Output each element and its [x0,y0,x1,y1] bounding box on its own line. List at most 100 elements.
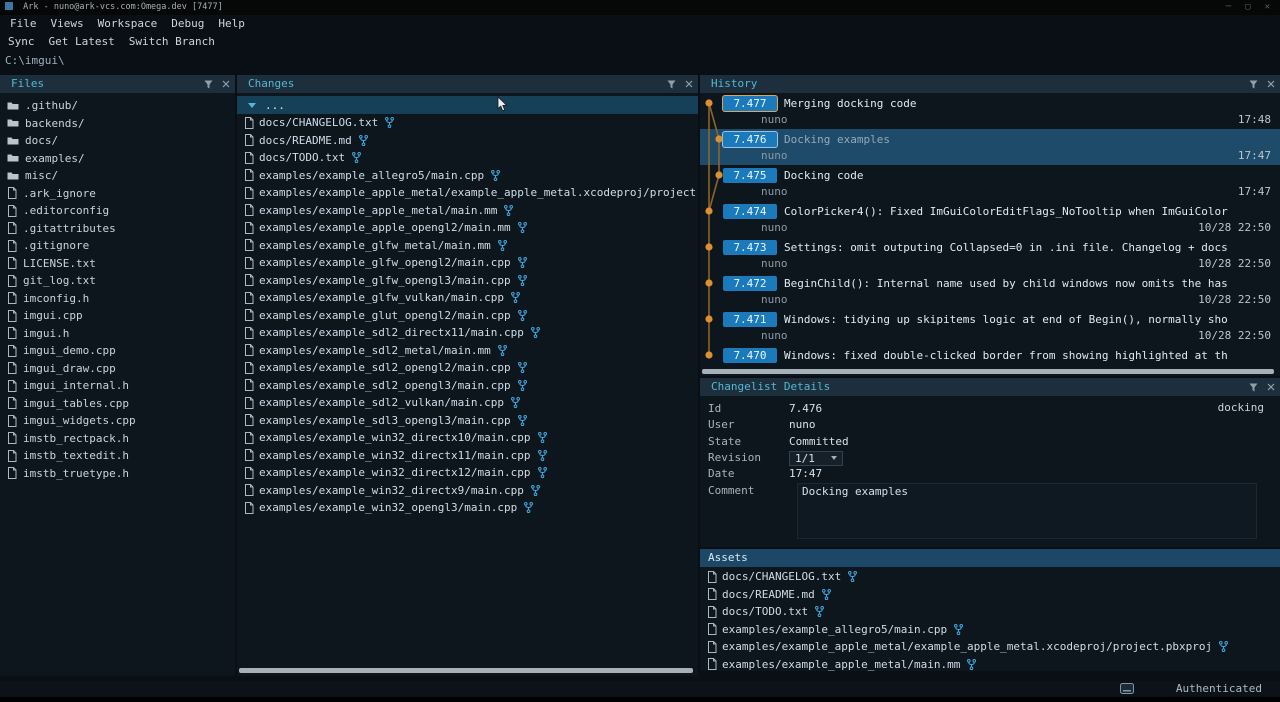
close-panel-icon[interactable] [685,80,693,88]
changed-file-row[interactable]: examples/example_sdl2_metal/main.mm [237,342,698,360]
changed-file-row[interactable]: examples/example_sdl2_vulkan/main.cpp [237,394,698,412]
changed-file-row[interactable]: examples/example_allegro5/main.cpp [237,167,698,185]
changed-file-row[interactable]: examples/example_win32_opengl3/main.cpp [237,499,698,517]
changeset-row[interactable]: 7.470Windows: fixed double-clicked borde… [700,345,1280,369]
revision-dropdown[interactable]: 1/1 [789,451,843,466]
file-icon [244,309,254,321]
close-panel-icon[interactable] [1267,383,1275,391]
changed-file-row[interactable]: examples/example_win32_directx11/main.cp… [237,447,698,465]
changed-file-row[interactable]: examples/example_sdl2_opengl2/main.cpp [237,359,698,377]
file-tree-item[interactable]: imstb_textedit.h [0,447,235,465]
menu-file[interactable]: File [10,17,37,30]
file-tree-item[interactable]: imgui_widgets.cpp [0,412,235,430]
file-tree-item[interactable]: imgui.h [0,325,235,343]
close-panel-icon[interactable] [222,80,230,88]
changed-file-row[interactable]: examples/example_sdl2_directx11/main.cpp [237,324,698,342]
changed-file-row[interactable]: examples/example_glfw_opengl2/main.cpp [237,254,698,272]
asset-row[interactable]: docs/TODO.txt [700,603,1280,621]
asset-row[interactable]: docs/CHANGELOG.txt [700,568,1280,586]
close-panel-icon[interactable] [1267,80,1275,88]
file-tree-item[interactable]: .ark_ignore [0,185,235,203]
asset-row[interactable]: examples/example_apple_metal/main.mm [700,656,1280,672]
file-tree-item[interactable]: imgui_internal.h [0,377,235,395]
file-tree-item[interactable]: .github/ [0,97,235,115]
filter-icon[interactable] [1249,80,1258,89]
asset-row[interactable]: examples/example_apple_metal/example_app… [700,638,1280,656]
changed-file-row[interactable]: examples/example_sdl3_opengl3/main.cpp [237,412,698,430]
maximize-icon[interactable]: ▢ [1245,0,1250,15]
file-tree-item[interactable]: imstb_rectpack.h [0,430,235,448]
file-tree-item[interactable]: backends/ [0,115,235,133]
branch-fork-icon [518,380,527,391]
close-window-icon[interactable]: ✕ [1265,0,1270,15]
changeset-row[interactable]: 7.476Docking examplesnuno17:47 [700,129,1280,165]
revision-value: 1/1 [795,452,815,465]
changeset-row[interactable]: 7.474ColorPicker4(): Fixed ImGuiColorEdi… [700,201,1280,237]
changed-file-row[interactable]: examples/example_win32_directx10/main.cp… [237,429,698,447]
changeset-time: 10/28 22:50 [1198,293,1271,309]
file-tree-item[interactable]: docs/ [0,132,235,150]
toolbar-switch-branch[interactable]: Switch Branch [129,35,215,48]
changes-root-row[interactable]: ... [237,96,698,114]
asset-row[interactable]: docs/README.md [700,586,1280,604]
file-tree-item[interactable]: imgui_draw.cpp [0,360,235,378]
file-tree-item[interactable]: .editorconfig [0,202,235,220]
changed-file-path: examples/example_apple_metal/example_app… [259,186,698,199]
menu-help[interactable]: Help [218,17,245,30]
detail-row-date: Date17:47 [700,466,1280,482]
filter-icon[interactable] [204,80,213,89]
changes-panel: Changes ... docs/CHANGELOG.txtdocs/READM… [237,75,698,676]
toolbar-sync[interactable]: Sync [8,35,35,48]
file-tree-item[interactable]: imgui_demo.cpp [0,342,235,360]
changeset-row[interactable]: 7.475Docking codenuno17:47 [700,165,1280,201]
branch-fork-icon [518,275,527,286]
changed-file-row[interactable]: docs/CHANGELOG.txt [237,114,698,132]
menu-views[interactable]: Views [51,17,84,30]
file-name: .gitattributes [23,222,116,235]
detail-label: State [700,434,789,450]
filter-icon[interactable] [1249,383,1258,392]
changed-file-row[interactable]: examples/example_win32_directx12/main.cp… [237,464,698,482]
detail-row-state: StateCommitted [700,434,1280,450]
changeset-badge: 7.476 [723,132,777,147]
changed-file-row[interactable]: examples/example_apple_opengl2/main.mm [237,219,698,237]
file-tree-item[interactable]: imgui.cpp [0,307,235,325]
file-tree-item[interactable]: examples/ [0,150,235,168]
filter-icon[interactable] [667,80,676,89]
changed-file-path: examples/example_glfw_vulkan/main.cpp [259,291,504,304]
changeset-row[interactable]: 7.472BeginChild(): Internal name used by… [700,273,1280,309]
changed-file-row[interactable]: examples/example_glfw_metal/main.mm [237,237,698,255]
file-tree-item[interactable]: misc/ [0,167,235,185]
file-icon [7,292,17,304]
file-icon [244,414,254,426]
horizontal-scrollbar[interactable] [239,668,693,673]
changed-file-row[interactable]: examples/example_glfw_opengl3/main.cpp [237,272,698,290]
changed-file-row[interactable]: docs/README.md [237,132,698,150]
changed-file-row[interactable]: examples/example_win32_directx9/main.cpp [237,482,698,500]
file-tree-item[interactable]: LICENSE.txt [0,255,235,273]
minimize-icon[interactable]: ─ [1226,0,1231,15]
branch-fork-icon [518,362,527,373]
file-tree-item[interactable]: git_log.txt [0,272,235,290]
horizontal-scrollbar[interactable] [702,369,1274,374]
changed-file-row[interactable]: examples/example_glfw_vulkan/main.cpp [237,289,698,307]
menu-debug[interactable]: Debug [171,17,204,30]
changeset-row[interactable]: 7.471Windows: tidying up skipitems logic… [700,309,1280,345]
changeset-row[interactable]: 7.477Merging docking codenuno17:48 [700,93,1280,129]
file-tree-item[interactable]: imgui_tables.cpp [0,395,235,413]
changeset-row[interactable]: 7.473Settings: omit outputing Collapsed=… [700,237,1280,273]
asset-row[interactable]: examples/example_allegro5/main.cpp [700,621,1280,639]
menu-workspace[interactable]: Workspace [98,17,158,30]
collapse-arrow-icon[interactable] [248,103,256,108]
file-tree-item[interactable]: imstb_truetype.h [0,465,235,483]
file-icon [707,571,717,583]
changed-file-row[interactable]: examples/example_apple_metal/main.mm [237,202,698,220]
changed-file-row[interactable]: examples/example_glut_opengl2/main.cpp [237,307,698,325]
changed-file-row[interactable]: examples/example_apple_metal/example_app… [237,184,698,202]
file-tree-item[interactable]: .gitignore [0,237,235,255]
changed-file-row[interactable]: docs/TODO.txt [237,149,698,167]
file-tree-item[interactable]: .gitattributes [0,220,235,238]
toolbar-get-latest[interactable]: Get Latest [49,35,115,48]
changed-file-row[interactable]: examples/example_sdl2_opengl3/main.cpp [237,377,698,395]
file-tree-item[interactable]: imconfig.h [0,290,235,308]
